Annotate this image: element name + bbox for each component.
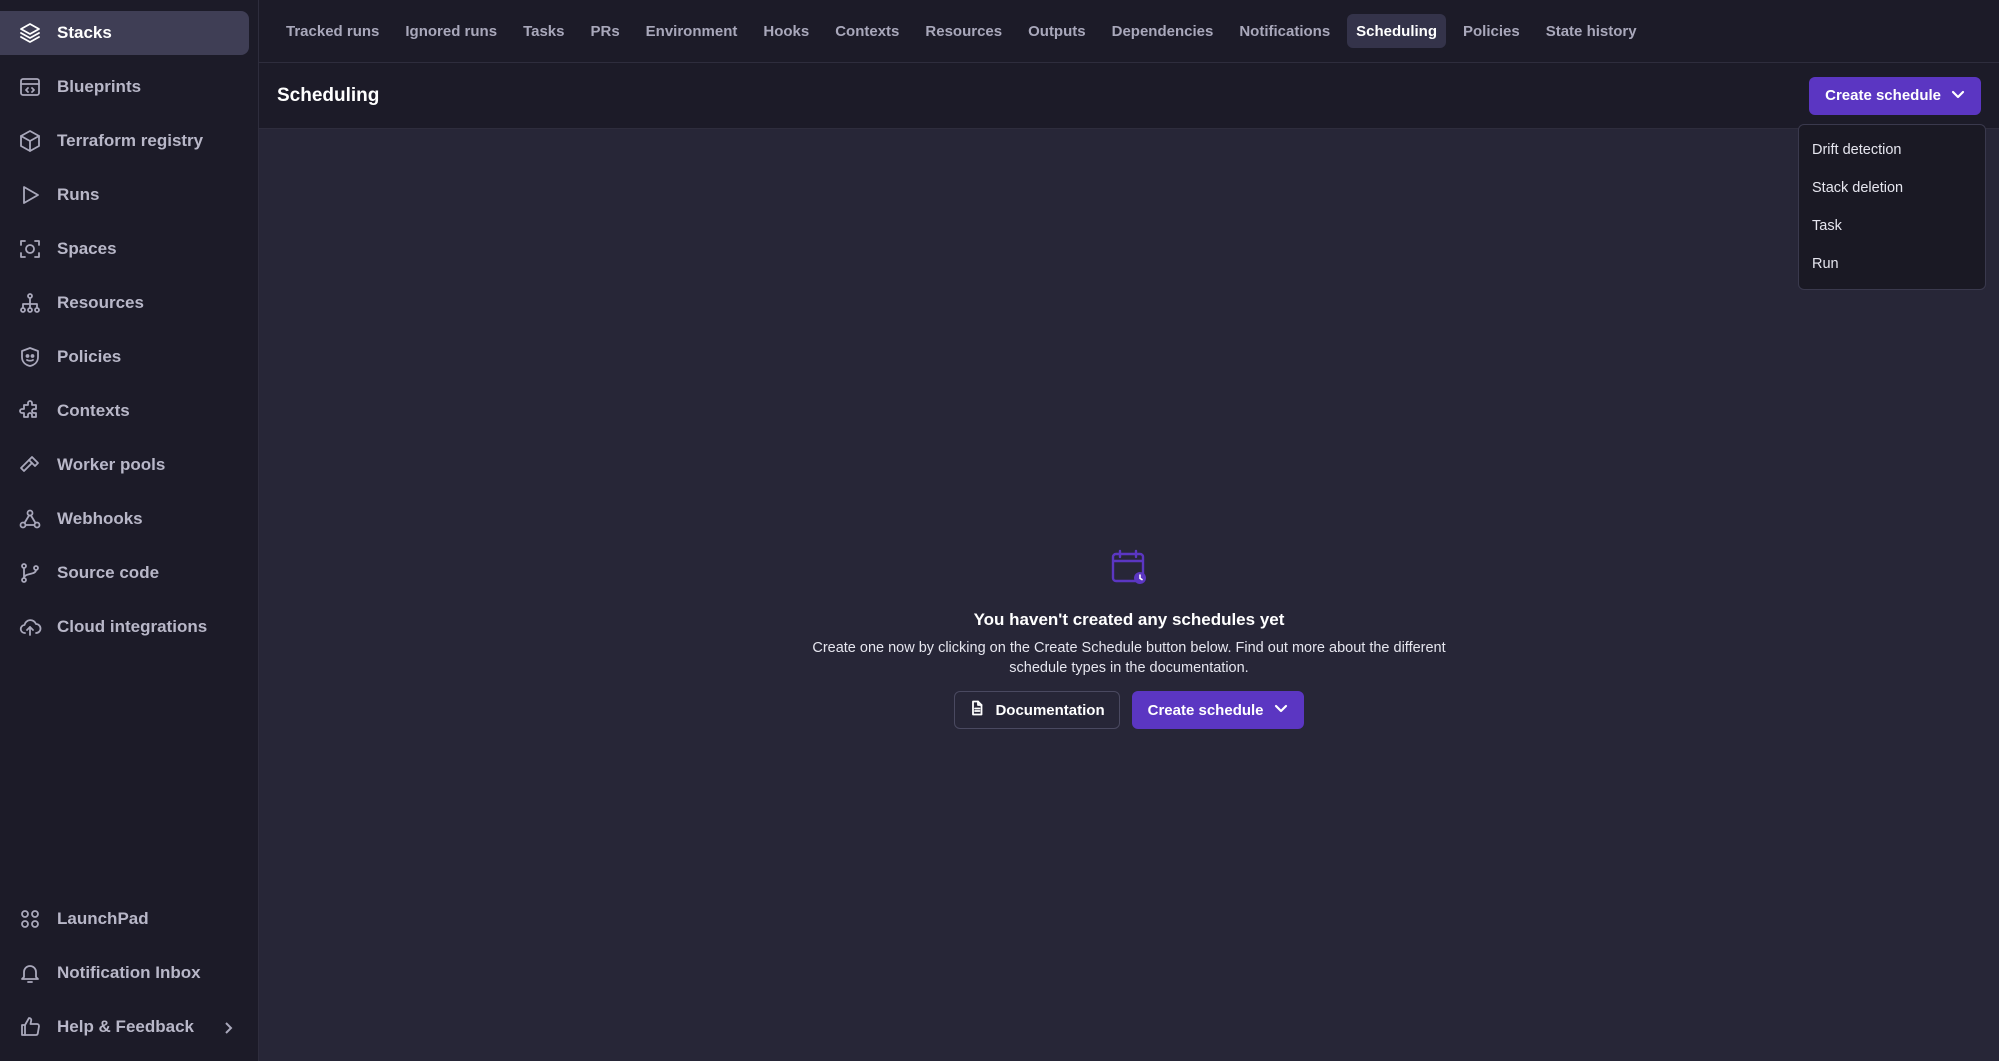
sidebar-top-nav: Stacks Blueprints Terraform registry Run… xyxy=(0,11,258,649)
sidebar-item-label: Help & Feedback xyxy=(57,1017,194,1036)
chevron-down-icon xyxy=(1274,701,1288,719)
hammer-icon xyxy=(18,453,42,477)
document-icon xyxy=(969,700,985,720)
tab-scheduling[interactable]: Scheduling xyxy=(1347,14,1447,48)
tab-environment[interactable]: Environment xyxy=(637,14,747,48)
tab-contexts[interactable]: Contexts xyxy=(826,14,908,48)
create-schedule-label: Create schedule xyxy=(1825,87,1941,104)
webhook-icon xyxy=(18,507,42,531)
empty-state-title: You haven't created any schedules yet xyxy=(973,610,1285,629)
sidebar-item-label: Resources xyxy=(57,293,144,312)
shield-icon xyxy=(18,345,42,369)
sidebar-item-label: Cloud integrations xyxy=(57,617,208,636)
sidebar-item-label: Worker pools xyxy=(57,455,166,474)
git-branch-icon xyxy=(18,561,42,585)
sidebar-item-contexts[interactable]: Contexts xyxy=(0,389,249,433)
spaces-icon xyxy=(18,237,42,261)
dropdown-item-task[interactable]: Task xyxy=(1799,207,1985,245)
sidebar-item-label: Contexts xyxy=(57,401,130,420)
tab-notifications[interactable]: Notifications xyxy=(1230,14,1339,48)
cube-icon xyxy=(18,129,42,153)
sidebar-item-runs[interactable]: Runs xyxy=(0,173,249,217)
create-schedule-button[interactable]: Create schedule xyxy=(1809,76,1981,115)
grid-circles-icon xyxy=(18,907,42,931)
content-area: You haven't created any schedules yet Cr… xyxy=(259,129,1999,1061)
tab-prs[interactable]: PRs xyxy=(581,14,628,48)
tab-hooks[interactable]: Hooks xyxy=(754,14,818,48)
page-title: Scheduling xyxy=(277,84,380,106)
calendar-clock-icon xyxy=(1109,547,1149,592)
sidebar-item-label: Stacks xyxy=(57,23,112,42)
tab-policies[interactable]: Policies xyxy=(1454,14,1529,48)
sidebar-item-source-code[interactable]: Source code xyxy=(0,551,249,595)
empty-state-description: Create one now by clicking on the Create… xyxy=(812,640,1446,676)
empty-state: You haven't created any schedules yet Cr… xyxy=(779,547,1479,729)
sidebar: Stacks Blueprints Terraform registry Run… xyxy=(0,0,259,1061)
layers-icon xyxy=(18,21,42,45)
sidebar-item-label: Runs xyxy=(57,185,100,204)
tab-state-history[interactable]: State history xyxy=(1537,14,1646,48)
sidebar-item-terraform-registry[interactable]: Terraform registry xyxy=(0,119,249,163)
tab-tasks[interactable]: Tasks xyxy=(514,14,573,48)
tab-resources[interactable]: Resources xyxy=(916,14,1011,48)
main-area: Tracked runs Ignored runs Tasks PRs Envi… xyxy=(259,0,1999,1061)
empty-create-schedule-button[interactable]: Create schedule xyxy=(1131,691,1304,729)
documentation-button[interactable]: Documentation xyxy=(954,691,1120,729)
blueprint-icon xyxy=(18,75,42,99)
tab-ignored-runs[interactable]: Ignored runs xyxy=(396,14,506,48)
app-root: Stacks Blueprints Terraform registry Run… xyxy=(0,0,1999,1061)
thumbs-up-icon xyxy=(18,1015,42,1039)
sidebar-item-label: Blueprints xyxy=(57,77,142,96)
dropdown-item-run[interactable]: Run xyxy=(1799,245,1985,283)
play-icon xyxy=(18,183,42,207)
tab-tracked-runs[interactable]: Tracked runs xyxy=(277,14,388,48)
sidebar-item-policies[interactable]: Policies xyxy=(0,335,249,379)
chevron-down-icon xyxy=(1951,87,1965,105)
sidebar-item-stacks[interactable]: Stacks xyxy=(0,11,249,55)
sidebar-item-label: Policies xyxy=(57,347,122,366)
chevron-right-icon xyxy=(221,1020,235,1034)
sidebar-item-label: Terraform registry xyxy=(57,131,204,150)
tab-outputs[interactable]: Outputs xyxy=(1019,14,1095,48)
hierarchy-icon xyxy=(18,291,42,315)
create-schedule-label: Create schedule xyxy=(1147,701,1264,719)
cloud-upload-icon xyxy=(18,615,42,639)
sidebar-item-label: LaunchPad xyxy=(57,909,149,928)
sidebar-item-label: Spaces xyxy=(57,239,117,258)
bell-icon xyxy=(18,961,42,985)
dropdown-item-drift-detection[interactable]: Drift detection xyxy=(1799,131,1985,169)
sidebar-item-label: Source code xyxy=(57,563,160,582)
sidebar-item-label: Notification Inbox xyxy=(57,963,201,982)
sidebar-bottom-nav: LaunchPad Notification Inbox Help & Feed… xyxy=(0,897,258,1049)
sidebar-item-help-feedback[interactable]: Help & Feedback xyxy=(0,1005,249,1049)
tab-dependencies[interactable]: Dependencies xyxy=(1103,14,1223,48)
empty-state-actions: Documentation Create schedule xyxy=(954,691,1304,729)
page-header: Scheduling Create schedule xyxy=(259,63,1999,129)
sidebar-item-spaces[interactable]: Spaces xyxy=(0,227,249,271)
sidebar-item-webhooks[interactable]: Webhooks xyxy=(0,497,249,541)
dropdown-item-stack-deletion[interactable]: Stack deletion xyxy=(1799,169,1985,207)
documentation-label: Documentation xyxy=(995,701,1105,719)
sidebar-item-launchpad[interactable]: LaunchPad xyxy=(0,897,249,941)
tab-bar: Tracked runs Ignored runs Tasks PRs Envi… xyxy=(259,0,1999,63)
create-schedule-dropdown: Drift detection Stack deletion Task Run xyxy=(1798,124,1986,290)
sidebar-item-cloud-integrations[interactable]: Cloud integrations xyxy=(0,605,249,649)
sidebar-item-label: Webhooks xyxy=(57,509,143,528)
sidebar-item-worker-pools[interactable]: Worker pools xyxy=(0,443,249,487)
sidebar-item-blueprints[interactable]: Blueprints xyxy=(0,65,249,109)
sidebar-item-notification-inbox[interactable]: Notification Inbox xyxy=(0,951,249,995)
sidebar-item-resources[interactable]: Resources xyxy=(0,281,249,325)
puzzle-icon xyxy=(18,399,42,423)
